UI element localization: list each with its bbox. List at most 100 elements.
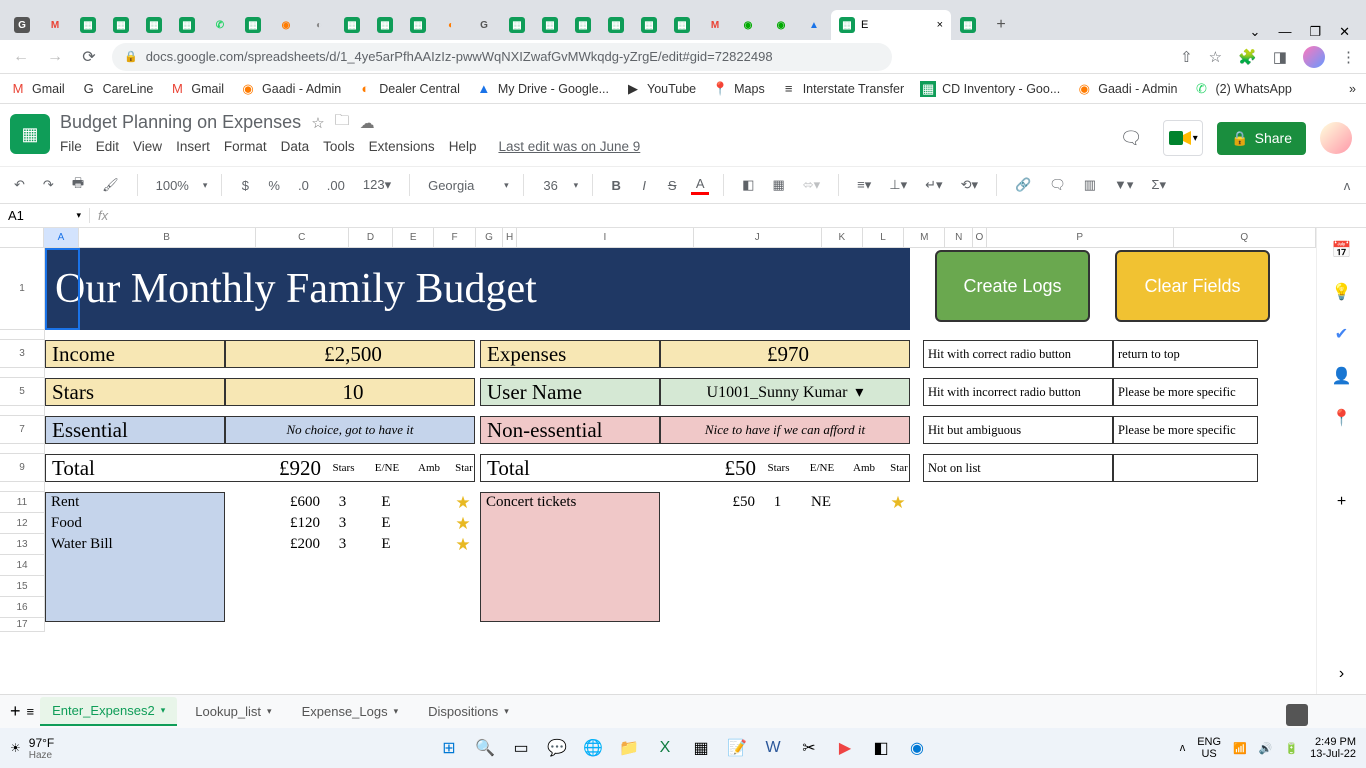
select-all-corner[interactable] <box>0 228 44 248</box>
font-select[interactable]: Georgia <box>424 176 494 195</box>
search-button[interactable]: 🔍 <box>472 735 498 761</box>
sheet-tab[interactable]: Expense_Logs ▾ <box>290 697 411 726</box>
row-header[interactable]: 11 <box>0 492 45 513</box>
tray-chevron-icon[interactable]: ʌ <box>1180 742 1186 754</box>
menu-help[interactable]: Help <box>449 139 477 154</box>
zoom-select[interactable]: 100% <box>152 176 193 195</box>
explorer-icon[interactable]: 📁 <box>616 735 642 761</box>
browser-tab[interactable]: ▦ <box>567 10 599 40</box>
browser-tab[interactable]: ▦ <box>72 10 104 40</box>
browser-tab[interactable]: M <box>39 10 71 40</box>
col-header[interactable]: D <box>349 228 393 247</box>
browser-tab[interactable]: M <box>699 10 731 40</box>
col-header[interactable]: B <box>79 228 256 247</box>
rotate-button[interactable]: ⟲▾ <box>957 175 982 195</box>
functions-button[interactable]: Σ▾ <box>1147 175 1170 195</box>
star-icon[interactable]: ☆ <box>1209 48 1222 66</box>
last-edit-link[interactable]: Last edit was on June 9 <box>498 139 640 154</box>
bookmark-item[interactable]: ◉Gaadi - Admin <box>240 81 341 97</box>
row-header[interactable] <box>0 406 45 416</box>
menu-icon[interactable]: ⋮ <box>1341 48 1356 66</box>
profile-avatar[interactable] <box>1303 46 1325 68</box>
browser-tab[interactable]: ▦ <box>600 10 632 40</box>
sheet-tab[interactable]: Lookup_list ▾ <box>183 697 283 726</box>
minimize-icon[interactable]: — <box>1278 24 1291 40</box>
col-header[interactable]: J <box>694 228 822 247</box>
sheets-logo[interactable]: ▦ <box>10 114 50 154</box>
col-header[interactable]: H <box>503 228 517 247</box>
browser-tab[interactable]: G <box>468 10 500 40</box>
lang-indicator[interactable]: ENG <box>1197 736 1221 748</box>
bookmark-item[interactable]: 📍Maps <box>712 81 765 97</box>
browser-tab[interactable]: ▦ <box>336 10 368 40</box>
bookmark-item[interactable]: ◉Gaadi - Admin <box>1076 81 1177 97</box>
move-icon[interactable]: 🗀 <box>335 110 350 135</box>
print-button[interactable]: 🖶 <box>68 172 88 198</box>
browser-tab[interactable]: ◐ <box>435 10 467 40</box>
row-header[interactable]: 3 <box>0 340 45 368</box>
browser-tab[interactable]: ▦ <box>501 10 533 40</box>
row-header[interactable]: 13 <box>0 534 45 555</box>
bookmark-item[interactable]: ✆(2) WhatsApp <box>1193 81 1291 97</box>
col-header[interactable]: F <box>434 228 475 247</box>
text-color-button[interactable]: A <box>691 176 709 195</box>
edge-icon[interactable]: ◉ <box>904 735 930 761</box>
doc-title[interactable]: Budget Planning on Expenses <box>60 112 301 133</box>
chart-button[interactable]: ▥ <box>1080 175 1100 195</box>
row-header[interactable]: 1 <box>0 248 45 330</box>
browser-tab[interactable]: ▦ <box>534 10 566 40</box>
more-formats-button[interactable]: 123▾ <box>359 175 395 195</box>
all-sheets-button[interactable]: ≡ <box>27 704 35 719</box>
row-header[interactable]: 14 <box>0 555 45 576</box>
borders-button[interactable]: ▦ <box>768 175 788 195</box>
fill-color-button[interactable]: ◧ <box>738 175 758 195</box>
battery-icon[interactable]: 🔋 <box>1284 742 1298 755</box>
row-header[interactable]: 17 <box>0 618 45 632</box>
app-icon[interactable]: ✂ <box>796 735 822 761</box>
word-icon[interactable]: W <box>760 735 786 761</box>
app-icon[interactable]: ▶ <box>832 735 858 761</box>
bookmark-item[interactable]: MGmail <box>169 81 224 97</box>
clock-time[interactable]: 2:49 PM <box>1310 736 1356 748</box>
account-avatar[interactable] <box>1320 122 1352 154</box>
explore-button[interactable] <box>1286 704 1308 726</box>
browser-tab[interactable]: ▦ <box>402 10 434 40</box>
tasks-icon[interactable]: ✔ <box>1332 324 1352 344</box>
clear-fields-button[interactable]: Clear Fields <box>1115 250 1270 322</box>
menu-view[interactable]: View <box>133 139 162 154</box>
new-tab-button[interactable]: + <box>985 10 1017 40</box>
browser-tab[interactable]: ✆ <box>204 10 236 40</box>
browser-tab[interactable]: ◉ <box>765 10 797 40</box>
row-header[interactable] <box>0 482 45 492</box>
menu-extensions[interactable]: Extensions <box>369 139 435 154</box>
valign-button[interactable]: ⊥▾ <box>885 175 911 195</box>
name-box[interactable]: A1▾ <box>0 208 90 223</box>
chevron-down-icon[interactable]: ⌄ <box>1250 24 1261 40</box>
menu-data[interactable]: Data <box>281 139 310 154</box>
col-header[interactable]: I <box>517 228 694 247</box>
browser-tab[interactable]: ▦ <box>369 10 401 40</box>
comment-button[interactable]: 🗨 <box>1045 175 1070 195</box>
menu-file[interactable]: File <box>60 139 82 154</box>
halign-button[interactable]: ≡▾ <box>853 175 875 195</box>
col-header[interactable]: P <box>987 228 1174 247</box>
comments-button[interactable]: 🗨 <box>1113 120 1149 156</box>
italic-button[interactable]: I <box>635 176 653 195</box>
row-header[interactable]: 12 <box>0 513 45 534</box>
percent-button[interactable]: % <box>264 176 284 195</box>
meet-button[interactable]: ▾ <box>1163 120 1203 156</box>
col-header[interactable]: N <box>945 228 973 247</box>
filter-button[interactable]: ▼▾ <box>1110 175 1137 195</box>
menu-edit[interactable]: Edit <box>96 139 119 154</box>
side-panel-icon[interactable]: ◨ <box>1273 48 1287 66</box>
hide-panel-button[interactable]: › <box>1332 664 1352 684</box>
bookmark-item[interactable]: MGmail <box>10 81 65 97</box>
wrap-button[interactable]: ↵▾ <box>921 175 946 195</box>
browser-tab[interactable]: ▲ <box>798 10 830 40</box>
browser-tab[interactable]: ◐ <box>303 10 335 40</box>
reload-button[interactable]: ⟳ <box>78 47 100 67</box>
browser-tab[interactable]: ▦ <box>237 10 269 40</box>
star-icon[interactable]: ☆ <box>311 114 324 132</box>
calendar-icon[interactable]: 📅 <box>1332 240 1352 260</box>
row-header[interactable] <box>0 368 45 378</box>
